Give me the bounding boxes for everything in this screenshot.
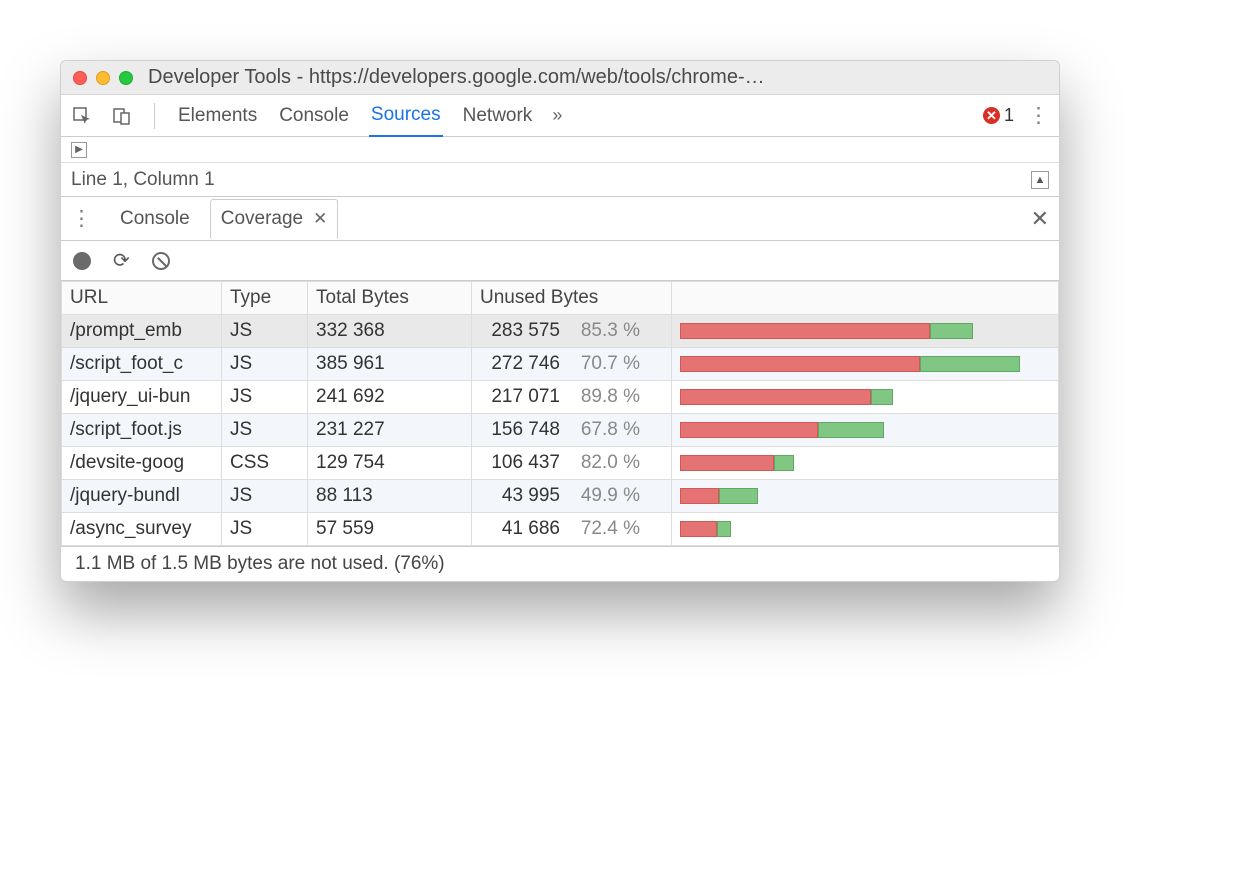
table-header-row: URL Type Total Bytes Unused Bytes (62, 282, 1059, 315)
close-icon[interactable]: ✕ (313, 209, 327, 229)
usage-bar-unused (680, 356, 920, 372)
cell-unused-bytes: 106 43782.0 % (472, 447, 672, 480)
drawer-menu-button[interactable]: ⋮ (71, 206, 100, 231)
window-minimize-button[interactable] (96, 71, 110, 85)
inspect-element-icon[interactable] (71, 105, 93, 127)
table-row[interactable]: /devsite-googCSS129 754106 43782.0 % (62, 447, 1059, 480)
device-toggle-icon[interactable] (111, 105, 133, 127)
overflow-tabs-button[interactable]: » (552, 105, 562, 126)
cell-usage-bar (672, 447, 1059, 480)
cell-type: CSS (222, 447, 308, 480)
error-badge[interactable]: ✕ 1 (983, 105, 1014, 126)
cell-total-bytes: 385 961 (308, 348, 472, 381)
window-close-button[interactable] (73, 71, 87, 85)
usage-bar-unused (680, 422, 818, 438)
cell-type: JS (222, 381, 308, 414)
cell-url: /devsite-goog (62, 447, 222, 480)
cell-usage-bar (672, 414, 1059, 447)
header-usage-bar[interactable] (672, 282, 1059, 315)
cell-type: JS (222, 480, 308, 513)
cell-total-bytes: 57 559 (308, 513, 472, 546)
coverage-toolbar: ⟳ (61, 241, 1059, 281)
usage-bar-unused (680, 323, 930, 339)
cell-usage-bar (672, 381, 1059, 414)
main-tab-strip: Elements Console Sources Network » ✕ 1 ⋮ (61, 95, 1059, 137)
cell-unused-bytes: 272 74670.7 % (472, 348, 672, 381)
error-count: 1 (1004, 105, 1014, 126)
drawer-close-button[interactable]: ✕ (1031, 206, 1049, 231)
cell-url: /script_foot.js (62, 414, 222, 447)
coverage-table: URL Type Total Bytes Unused Bytes /promp… (61, 281, 1059, 546)
cell-total-bytes: 129 754 (308, 447, 472, 480)
cell-url: /prompt_emb (62, 315, 222, 348)
cursor-position: Line 1, Column 1 (71, 169, 215, 191)
cell-total-bytes: 231 227 (308, 414, 472, 447)
drawer-collapse-button[interactable]: ▲ (1031, 171, 1049, 189)
cell-url: /script_foot_c (62, 348, 222, 381)
cell-url: /async_survey (62, 513, 222, 546)
usage-bar-used (818, 422, 884, 438)
cell-total-bytes: 332 368 (308, 315, 472, 348)
window-title: Developer Tools - https://developers.goo… (142, 66, 1047, 89)
usage-bar-used (930, 323, 973, 339)
table-row[interactable]: /script_foot_cJS385 961272 74670.7 % (62, 348, 1059, 381)
cell-type: JS (222, 513, 308, 546)
sources-file-row: ▶ (61, 137, 1059, 163)
devtools-window: Developer Tools - https://developers.goo… (60, 60, 1060, 582)
usage-bar-used (719, 488, 758, 504)
tab-network[interactable]: Network (461, 96, 535, 136)
table-row[interactable]: /script_foot.jsJS231 227156 74867.8 % (62, 414, 1059, 447)
usage-bar-used (774, 455, 795, 471)
cell-url: /jquery-bundl (62, 480, 222, 513)
header-type[interactable]: Type (222, 282, 308, 315)
drawer-tab-console[interactable]: Console (110, 200, 200, 238)
cell-usage-bar (672, 480, 1059, 513)
usage-bar-used (920, 356, 1020, 372)
drawer-tab-coverage[interactable]: Coverage ✕ (210, 199, 339, 239)
usage-bar-used (717, 521, 731, 537)
navigator-toggle-icon[interactable]: ▶ (71, 142, 87, 158)
cell-total-bytes: 241 692 (308, 381, 472, 414)
titlebar: Developer Tools - https://developers.goo… (61, 61, 1059, 95)
usage-bar-unused (680, 488, 719, 504)
drawer-tab-coverage-label: Coverage (221, 208, 303, 230)
cell-usage-bar (672, 348, 1059, 381)
cell-total-bytes: 88 113 (308, 480, 472, 513)
usage-bar-unused (680, 455, 774, 471)
header-unused-bytes[interactable]: Unused Bytes (472, 282, 672, 315)
header-url[interactable]: URL (62, 282, 222, 315)
cell-unused-bytes: 156 74867.8 % (472, 414, 672, 447)
cell-usage-bar (672, 315, 1059, 348)
drawer-tab-strip: ⋮ Console Coverage ✕ ✕ (61, 197, 1059, 241)
table-row[interactable]: /jquery-bundlJS88 11343 99549.9 % (62, 480, 1059, 513)
header-total-bytes[interactable]: Total Bytes (308, 282, 472, 315)
clear-button[interactable] (152, 252, 170, 270)
tab-elements[interactable]: Elements (176, 96, 259, 136)
cell-type: JS (222, 315, 308, 348)
divider (154, 103, 155, 129)
tab-sources[interactable]: Sources (369, 95, 443, 137)
table-row[interactable]: /jquery_ui-bunJS241 692217 07189.8 % (62, 381, 1059, 414)
settings-menu-button[interactable]: ⋮ (1028, 105, 1049, 126)
table-row[interactable]: /async_surveyJS57 55941 68672.4 % (62, 513, 1059, 546)
cell-type: JS (222, 414, 308, 447)
coverage-summary: 1.1 MB of 1.5 MB bytes are not used. (76… (61, 546, 1059, 581)
cell-unused-bytes: 43 99549.9 % (472, 480, 672, 513)
reload-button[interactable]: ⟳ (113, 248, 130, 273)
window-zoom-button[interactable] (119, 71, 133, 85)
usage-bar-unused (680, 389, 871, 405)
cell-url: /jquery_ui-bun (62, 381, 222, 414)
usage-bar-unused (680, 521, 717, 537)
cell-usage-bar (672, 513, 1059, 546)
table-row[interactable]: /prompt_embJS332 368283 57585.3 % (62, 315, 1059, 348)
cell-unused-bytes: 283 57585.3 % (472, 315, 672, 348)
tab-console[interactable]: Console (277, 96, 351, 136)
cell-unused-bytes: 217 07189.8 % (472, 381, 672, 414)
usage-bar-used (871, 389, 893, 405)
record-button[interactable] (73, 252, 91, 270)
cell-unused-bytes: 41 68672.4 % (472, 513, 672, 546)
error-icon: ✕ (983, 107, 1000, 124)
sources-status-bar: Line 1, Column 1 ▲ (61, 163, 1059, 197)
cell-type: JS (222, 348, 308, 381)
